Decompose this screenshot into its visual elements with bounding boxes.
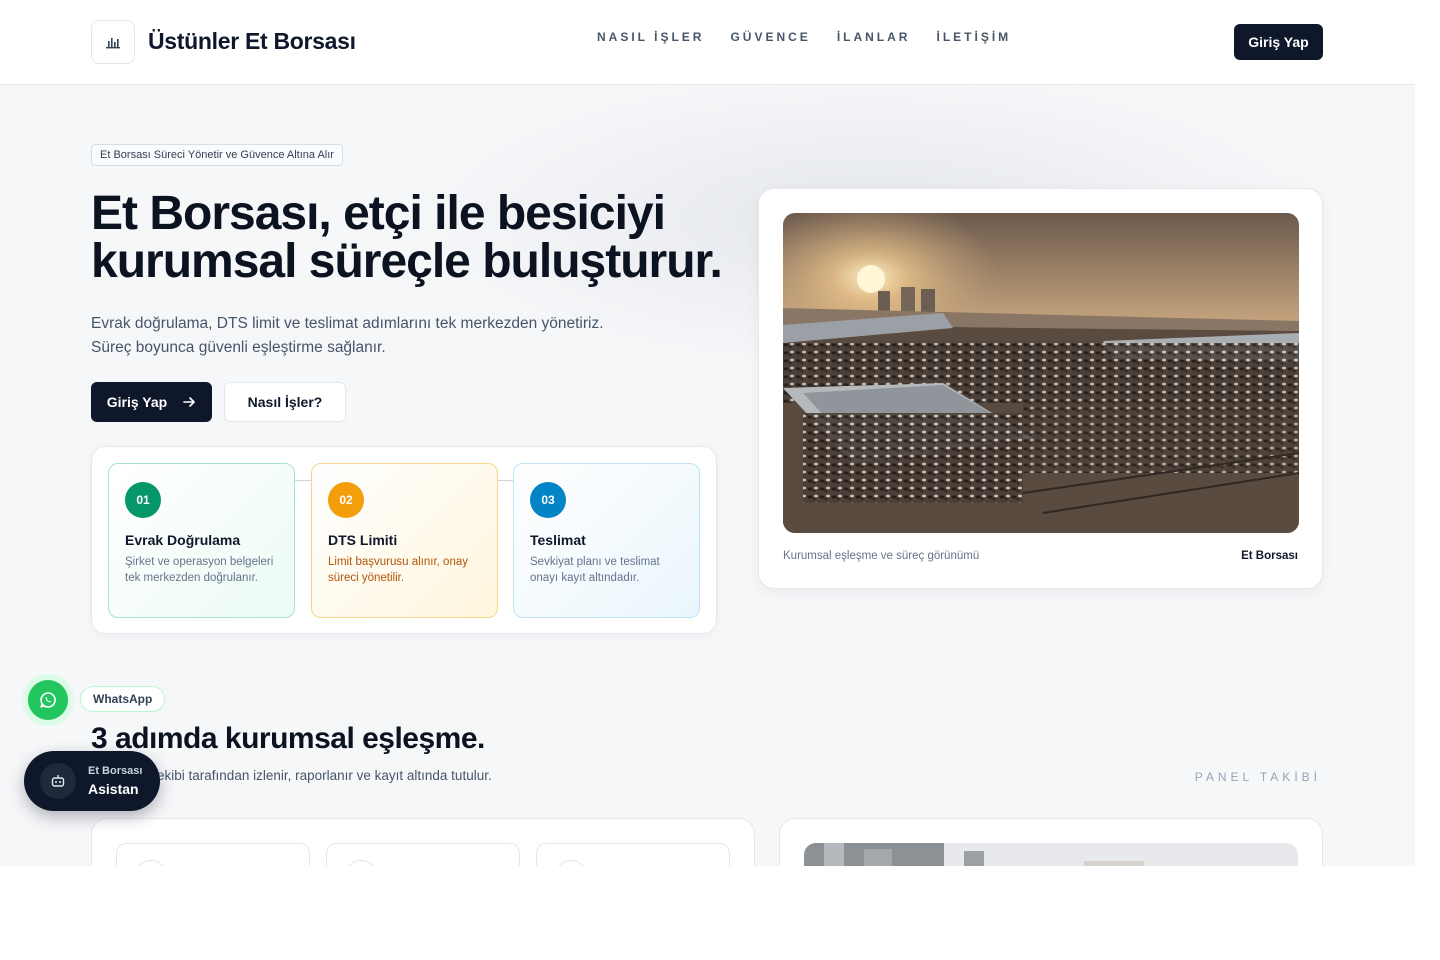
step-number: 01 — [125, 482, 161, 518]
panel-image-card — [779, 818, 1323, 866]
whatsapp-icon — [40, 692, 56, 708]
whatsapp-circle — [28, 680, 68, 720]
hero-title: Et Borsası, etçi ile besiciyi kurumsal s… — [91, 190, 751, 286]
step-description: Şirket ve operasyon belgeleri tek merkez… — [125, 556, 274, 584]
step-description: Sevkiyat planı ve teslimat onayı kayıt a… — [530, 556, 660, 584]
step-title: Evrak Doğrulama — [125, 532, 241, 548]
brand-name[interactable]: Üstünler Et Borsası — [148, 28, 356, 55]
hero-title-line-2: kurumsal süreçle buluşturur. — [91, 235, 723, 288]
bar-chart-icon — [106, 38, 120, 49]
assistant-icon-wrap — [40, 763, 76, 799]
step-description: Limit başvurusu alınır, onay süreci yöne… — [328, 556, 468, 584]
mini-step-icon — [345, 860, 377, 866]
page-viewport: Üstünler Et Borsası NASIL İŞLER GÜVENCE … — [0, 0, 1415, 866]
steps-card — [91, 818, 755, 866]
hero-description: Evrak doğrulama, DTS limit ve teslimat a… — [91, 312, 691, 360]
mini-step-card — [116, 843, 310, 866]
site-header: Üstünler Et Borsası NASIL İŞLER GÜVENCE … — [0, 0, 1415, 85]
nav-item-listings[interactable]: İLANLAR — [837, 30, 911, 44]
whatsapp-label[interactable]: WhatsApp — [80, 686, 166, 712]
main-nav: NASIL İŞLER GÜVENCE İLANLAR İLETİŞİM — [597, 30, 1011, 44]
image-brand-label: Et Borsası — [1241, 550, 1298, 562]
farm-photo — [783, 213, 1299, 533]
nav-item-trust[interactable]: GÜVENCE — [730, 30, 810, 44]
panel-tracking-label: PANEL TAKİBİ — [1194, 770, 1321, 784]
hero-badge: Et Borsası Süreci Yönetir ve Güvence Alt… — [91, 144, 343, 166]
robot-icon — [51, 775, 65, 787]
mini-step-icon — [135, 860, 167, 866]
assistant-title: Asistan — [88, 781, 139, 797]
hero-desc-line-2: Süreç boyunca güvenli eşleştirme sağlanı… — [91, 339, 386, 356]
mini-step-card — [536, 843, 730, 866]
hero-title-line-1: Et Borsası, etçi ile besiciyi — [91, 187, 666, 240]
image-caption: Kurumsal eşleşme ve süreç görünümü — [783, 550, 980, 562]
assistant-subtitle: Et Borsası — [88, 765, 143, 777]
step-number: 02 — [328, 482, 364, 518]
hero-login-label: Giriş Yap — [106, 394, 168, 410]
arrow-right-icon — [183, 397, 196, 407]
whatsapp-button[interactable] — [22, 674, 74, 726]
step-card-dts-limit[interactable]: 02 DTS Limiti Limit başvurusu alınır, on… — [311, 463, 498, 618]
nav-item-how-it-works[interactable]: NASIL İŞLER — [597, 30, 704, 44]
step-title: DTS Limiti — [328, 532, 398, 548]
hero-login-button[interactable]: Giriş Yap — [91, 382, 212, 422]
steps-panel: 01 Evrak Doğrulama Şirket ve operasyon b… — [91, 446, 717, 634]
assistant-button[interactable]: Et Borsası Asistan — [24, 751, 160, 811]
hero-image-card: Kurumsal eşleşme ve süreç görünümü Et Bo… — [758, 188, 1323, 589]
header-login-button[interactable]: Giriş Yap — [1234, 24, 1323, 60]
mini-step-card — [326, 843, 520, 866]
step-title: Teslimat — [530, 532, 586, 548]
nav-item-contact[interactable]: İLETİŞİM — [936, 30, 1011, 44]
hero-desc-line-1: Evrak doğrulama, DTS limit ve teslimat a… — [91, 315, 604, 332]
facility-photo — [804, 843, 1298, 866]
step-number: 03 — [530, 482, 566, 518]
step-card-delivery[interactable]: 03 Teslimat Sevkiyat planı ve teslimat o… — [513, 463, 700, 618]
mini-step-icon — [555, 860, 587, 866]
how-it-works-button[interactable]: Nasıl İşler? — [224, 382, 346, 422]
logo[interactable] — [91, 20, 135, 64]
step-card-document-verification[interactable]: 01 Evrak Doğrulama Şirket ve operasyon b… — [108, 463, 295, 618]
section-title: 3 adımda kurumsal eşleşme. — [91, 722, 485, 755]
